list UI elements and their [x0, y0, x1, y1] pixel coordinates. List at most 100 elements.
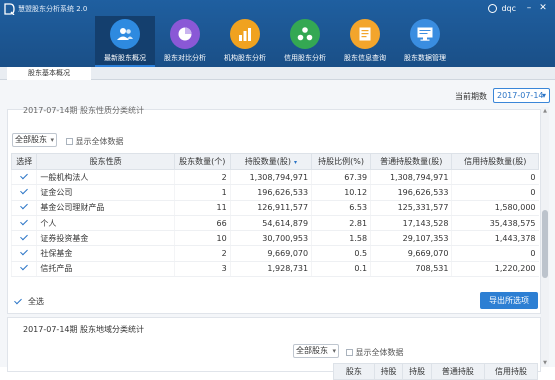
- export-selected-button[interactable]: 导出所选项: [480, 292, 538, 309]
- row-checkbox[interactable]: [10, 230, 37, 247]
- region-panel: 2017-07-14期 股东地域分类统计 全部股东 ▾ 显示全体数据 股东 持股…: [7, 317, 541, 380]
- cell-value: 0.1: [311, 261, 371, 278]
- cell-nature: 证金公司: [36, 184, 175, 201]
- close-icon[interactable]: ✕: [538, 3, 548, 13]
- row-checkbox[interactable]: [10, 184, 37, 201]
- cell-value: 1,928,731: [229, 261, 312, 278]
- select-all[interactable]: 全选: [14, 296, 44, 307]
- col-shares-label: 持股数量(股): [244, 157, 292, 166]
- nav-latest-overview[interactable]: 最新股东概况: [95, 16, 155, 67]
- show-all-label: 显示全体数据: [75, 137, 124, 146]
- cell-value: 29,107,353: [370, 230, 452, 247]
- nature-table: 选择 股东性质 股东数量(个) 持股数量(股) ▾ 持股比例(%) 普通持股数量(…: [10, 153, 539, 278]
- nav-label: 机构股东分析: [224, 54, 266, 62]
- table-row[interactable]: 个人 66 54,614,879 2.81 17,143,528 35,438,575: [10, 215, 539, 232]
- show-all-checkbox[interactable]: [66, 138, 73, 145]
- cell-value: 196,626,533: [229, 184, 312, 201]
- cell-value: 10.12: [311, 184, 371, 201]
- col-ratio[interactable]: 持股比例(%): [311, 153, 372, 170]
- bar-chart-icon: [230, 19, 260, 49]
- nav-credit[interactable]: 信用股东分析: [275, 16, 335, 67]
- cell-value: 1,580,000: [451, 200, 539, 216]
- table-row[interactable]: 社保基金 2 9,669,070 0.5 9,669,070 0: [10, 245, 539, 262]
- row-checkbox[interactable]: [10, 261, 37, 278]
- col-nature[interactable]: 股东性质: [36, 153, 175, 170]
- row-checkbox[interactable]: [10, 200, 37, 216]
- cell-value: 2: [173, 169, 231, 186]
- cell-nature: 信托产品: [36, 261, 175, 278]
- col-region-normal[interactable]: 普通持股: [430, 363, 485, 380]
- cell-nature: 社保基金: [36, 245, 175, 262]
- cell-value: 0: [451, 245, 539, 262]
- col-credit[interactable]: 信用持股数量(股): [451, 153, 539, 170]
- cell-value: 1: [173, 184, 231, 201]
- monitor-icon: [410, 19, 440, 49]
- pie-icon: [170, 19, 200, 49]
- col-region-holder[interactable]: 股东: [333, 363, 375, 380]
- table-row[interactable]: 证券投资基金 10 30,700,953 1.58 29,107,353 1,443,37…: [10, 230, 539, 247]
- show-all-checkbox[interactable]: [346, 349, 353, 356]
- select-all-label: 全选: [28, 297, 44, 306]
- col-region-credit[interactable]: 信用持股: [483, 363, 539, 380]
- sort-desc-icon: ▾: [294, 159, 298, 166]
- scroll-down-icon[interactable]: ▼: [541, 359, 549, 367]
- cell-value: 126,911,577: [229, 200, 312, 216]
- table-row[interactable]: 一般机构法人 2 1,308,794,971 67.39 1,308,794,971 0: [10, 169, 539, 186]
- cell-value: 1,220,200: [451, 261, 539, 278]
- nav-institution[interactable]: 机构股东分析: [215, 16, 275, 67]
- cell-value: 11: [173, 200, 231, 216]
- scrollbar[interactable]: ▲ ▼: [541, 107, 549, 367]
- cell-value: 30,700,953: [229, 230, 312, 247]
- minimize-icon[interactable]: –: [524, 3, 534, 13]
- show-all-toggle[interactable]: 显示全体数据: [66, 136, 124, 147]
- cell-value: 1.58: [311, 230, 371, 247]
- cell-value: 9,669,070: [370, 245, 452, 262]
- region-table: 股东 持股 持股 普通持股 信用持股: [333, 363, 539, 380]
- user-name[interactable]: dqc: [501, 4, 516, 13]
- app-logo-icon: [4, 3, 15, 15]
- table-header: 选择 股东性质 股东数量(个) 持股数量(股) ▾ 持股比例(%) 普通持股数量(…: [10, 153, 539, 170]
- user-icon[interactable]: [488, 3, 498, 13]
- cell-value: 67.39: [311, 169, 371, 186]
- filter-value: 全部股东: [15, 135, 47, 144]
- row-checkbox[interactable]: [10, 215, 37, 232]
- cell-value: 17,143,528: [370, 215, 452, 232]
- row-checkbox[interactable]: [10, 169, 37, 186]
- nav-data-manage[interactable]: 股东数据管理: [395, 16, 455, 67]
- filter-value: 全部股东: [296, 346, 328, 355]
- cell-nature: 基金公司理财产品: [36, 200, 175, 216]
- nav-compare[interactable]: 股东对比分析: [155, 16, 215, 67]
- period-label: 当前期数: [455, 92, 487, 101]
- scrollbar-thumb[interactable]: [542, 210, 548, 278]
- col-region-shares[interactable]: 持股: [402, 363, 432, 380]
- document-icon: [350, 19, 380, 49]
- user-area: dqc – ✕: [488, 3, 548, 13]
- cell-value: 35,438,575: [451, 215, 539, 232]
- nav-label: 股东信息查询: [344, 54, 386, 62]
- table-header: 股东 持股 持股 普通持股 信用持股: [333, 363, 539, 380]
- tab-basic-overview[interactable]: 股东基本概况: [7, 67, 91, 80]
- row-checkbox[interactable]: [10, 245, 37, 262]
- col-count[interactable]: 股东数量(个): [173, 153, 231, 170]
- select-all-checkbox[interactable]: [14, 297, 23, 306]
- holder-filter-select[interactable]: 全部股东 ▾: [12, 133, 57, 147]
- cell-value: 0: [451, 169, 539, 186]
- table-row[interactable]: 证金公司 1 196,626,533 10.12 196,626,533 0: [10, 184, 539, 201]
- top-banner: 慧盟股东分析系统 2.0 dqc – ✕ 最新股东概况 股东对比分析 机构股东分…: [0, 0, 555, 67]
- table-row[interactable]: 基金公司理财产品 11 126,911,577 6.53 125,331,577 1,58…: [10, 200, 539, 216]
- col-shares[interactable]: 持股数量(股) ▾: [229, 153, 313, 170]
- holder-filter-select[interactable]: 全部股东 ▾: [293, 344, 339, 358]
- scroll-up-icon[interactable]: ▲: [541, 107, 549, 115]
- col-region-shares[interactable]: 持股: [373, 363, 404, 380]
- cell-value: 3: [173, 261, 231, 278]
- period-value: 2017-07-14: [497, 91, 544, 100]
- cell-value: 6.53: [311, 200, 371, 216]
- section-title: 2017-07-14期 股东性质分类统计: [23, 106, 145, 115]
- period-select[interactable]: 2017-07-14 ▾: [493, 88, 550, 103]
- chevron-down-icon: ▾: [50, 136, 54, 144]
- chevron-down-icon: ▾: [541, 91, 546, 100]
- col-normal[interactable]: 普通持股数量(股): [370, 153, 453, 170]
- nav-query[interactable]: 股东信息查询: [335, 16, 395, 67]
- table-row[interactable]: 信托产品 3 1,928,731 0.1 708,531 1,220,200: [10, 261, 539, 278]
- show-all-toggle[interactable]: 显示全体数据: [346, 347, 404, 358]
